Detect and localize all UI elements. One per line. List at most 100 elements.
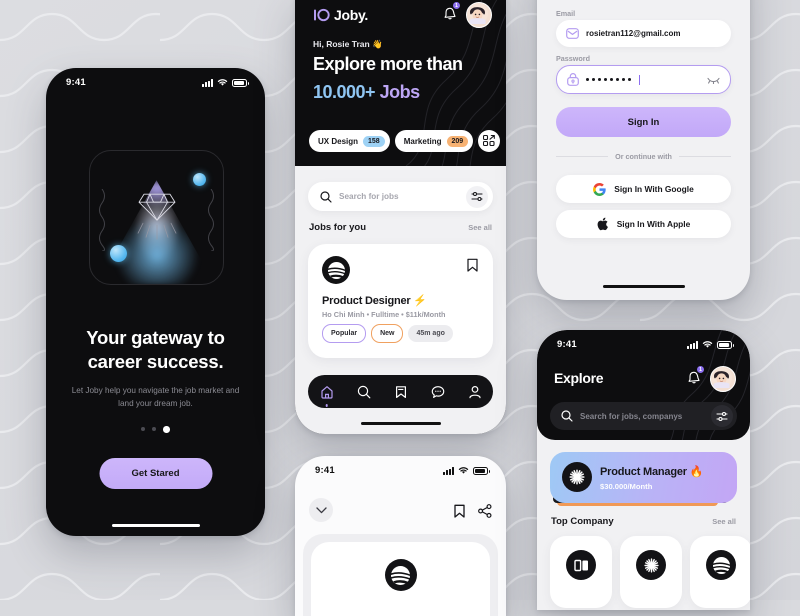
tab-home[interactable]: [316, 381, 338, 407]
eye-off-icon[interactable]: [707, 76, 720, 84]
get-started-button[interactable]: Get Stared: [99, 458, 212, 489]
status-bar: 9:41: [46, 68, 265, 88]
detail-card: [311, 542, 490, 616]
chip-expand-categories[interactable]: [478, 130, 501, 152]
search-input[interactable]: Search for jobs: [339, 192, 459, 201]
explore-search-input[interactable]: Search for jobs, companys: [580, 412, 704, 421]
status-time: 9:41: [66, 77, 86, 88]
pager-dot-3-active[interactable]: [163, 426, 170, 433]
notification-bell-button[interactable]: 1: [687, 366, 704, 389]
job-card[interactable]: Product Designer ⚡ Ho Chi Minh • Fulltim…: [308, 244, 493, 358]
signal-icon: [202, 78, 213, 87]
onboarding-subtitle-line1: Let Joby help you navigate the job marke…: [71, 386, 240, 395]
status-time: 9:41: [315, 465, 335, 476]
explore-search-bar[interactable]: Search for jobs, companys: [550, 402, 737, 430]
divider-line-left: [556, 156, 609, 157]
asterisk-logo-icon: [643, 557, 659, 573]
company-logo: [562, 462, 592, 492]
brand-name: Joby.: [334, 7, 369, 23]
category-chips: UX Design 158 Marketing 209: [309, 130, 501, 152]
search-icon: [357, 385, 370, 398]
filter-icon: [716, 411, 728, 421]
see-all-link[interactable]: See all: [468, 223, 492, 232]
tab-messages[interactable]: [427, 381, 449, 403]
apple-icon: [597, 217, 608, 231]
password-field[interactable]: [556, 65, 731, 94]
chat-icon: [431, 385, 444, 398]
detail-actions: [454, 504, 492, 523]
profile-icon: [468, 385, 481, 398]
search-icon: [561, 410, 573, 422]
avatar[interactable]: [466, 2, 492, 28]
pager-dot-1[interactable]: [141, 427, 146, 432]
joby-mark-icon: [314, 8, 330, 22]
swoosh-logo-icon: [391, 565, 410, 585]
onboarding-title-line1: Your gateway to: [86, 327, 225, 348]
diamond-icon: [137, 193, 176, 240]
squiggle-right-icon: [208, 189, 214, 251]
chip-count: 209: [446, 135, 469, 147]
chip-ux-design[interactable]: UX Design 158: [309, 130, 390, 152]
onboarding-pager[interactable]: [46, 426, 265, 433]
phone-home: Joby. 1 Hi, Rosie Tran 👋 Explore more th…: [295, 0, 506, 434]
tag-posted-time: 45m ago: [408, 325, 453, 342]
battery-icon: [717, 340, 734, 349]
mail-icon: [566, 28, 579, 39]
see-all-link[interactable]: See all: [712, 517, 736, 526]
top-company-list: [550, 536, 750, 608]
company-card[interactable]: [550, 536, 612, 608]
home-header: Joby. 1 Hi, Rosie Tran 👋 Explore more th…: [295, 0, 506, 166]
job-title: Product Designer ⚡: [322, 295, 427, 307]
email-field[interactable]: rosietran112@gmail.com: [556, 20, 731, 47]
notification-bell-button[interactable]: 1: [443, 2, 460, 25]
home-body: Search for jobs Jobs for you See all Pro…: [295, 166, 506, 434]
company-card[interactable]: [690, 536, 750, 608]
page-title: Explore: [554, 370, 604, 386]
headline-word: Jobs: [379, 82, 421, 102]
tab-search[interactable]: [353, 381, 375, 403]
headline-count: 10.000+: [313, 82, 376, 102]
phone-onboarding: 9:41 Your gateway to career success. Let…: [46, 68, 265, 536]
bookmark-button[interactable]: [467, 258, 478, 277]
onboarding-hero-illustration: [89, 150, 224, 285]
filter-button[interactable]: [466, 185, 488, 208]
onboarding-title: Your gateway to career success.: [46, 326, 265, 375]
decorative-dot-bottom: [110, 245, 127, 262]
tab-bookmarks[interactable]: [390, 381, 412, 403]
company-logo: [566, 550, 596, 580]
detail-card-backdrop: [303, 534, 498, 616]
company-card[interactable]: [620, 536, 682, 608]
home-indicator: [360, 421, 441, 425]
filter-button[interactable]: [711, 405, 733, 427]
bookmark-icon: [395, 385, 406, 398]
share-button[interactable]: [478, 504, 492, 523]
asterisk-logo-icon: [569, 469, 585, 485]
filter-icon: [471, 191, 483, 202]
divider-line-right: [678, 156, 732, 157]
avatar-illustration: [467, 3, 488, 24]
apple-label: Sign In With Apple: [616, 219, 691, 229]
bookmark-button[interactable]: [454, 504, 465, 523]
onboarding-subtitle: Let Joby help you navigate the job marke…: [68, 384, 243, 410]
joby-logo[interactable]: Joby.: [313, 7, 368, 23]
tab-profile[interactable]: [464, 381, 486, 403]
bookmark-icon: [467, 258, 478, 272]
avatar[interactable]: [710, 366, 736, 392]
pager-dot-2[interactable]: [152, 427, 157, 432]
onboarding-title-line2: career success.: [87, 351, 224, 373]
sign-in-apple-button[interactable]: Sign In With Apple: [556, 210, 731, 238]
collapse-button[interactable]: [309, 498, 333, 522]
share-icon: [478, 504, 492, 518]
sign-in-google-button[interactable]: Sign In With Google: [556, 175, 731, 203]
swoosh-logo-icon: [327, 261, 345, 279]
company-logo: [636, 550, 666, 580]
google-label: Sign In With Google: [614, 184, 694, 194]
status-bar: 9:41: [295, 456, 506, 476]
search-bar[interactable]: Search for jobs: [308, 182, 493, 211]
sign-in-button[interactable]: Sign In: [556, 107, 731, 137]
chip-marketing[interactable]: Marketing 209: [394, 130, 474, 152]
home-headline-line2: 10.000+ Jobs: [313, 82, 420, 103]
phone-signin: Email rosietran112@gmail.com Password Si…: [537, 0, 750, 300]
featured-job-salary: $30.000/Month: [600, 482, 653, 491]
featured-job-card[interactable]: Product Manager 🔥 $30.000/Month: [550, 452, 737, 503]
